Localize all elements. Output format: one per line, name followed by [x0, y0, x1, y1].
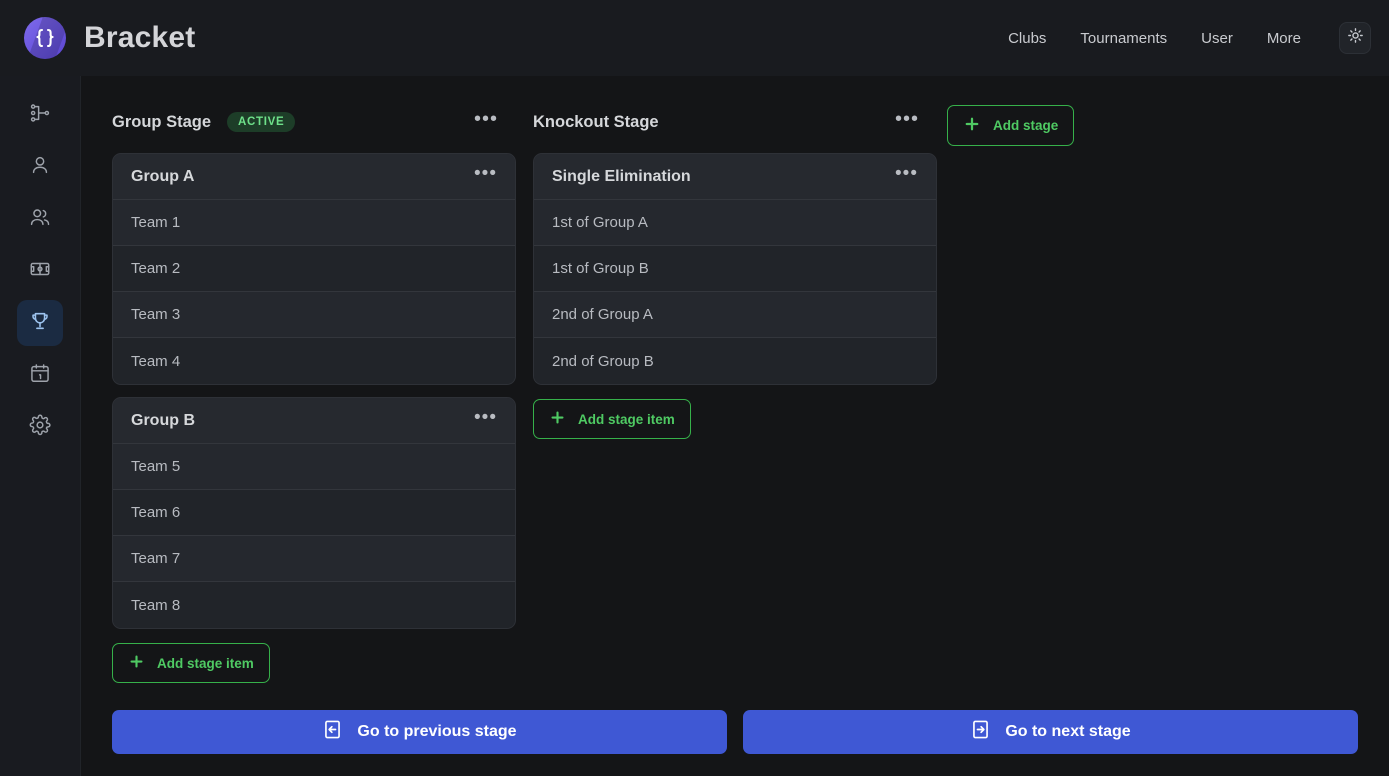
table-row[interactable]: Team 1 — [113, 200, 515, 246]
table-row[interactable]: Team 3 — [113, 292, 515, 338]
nav-item-clubs[interactable]: Clubs — [994, 21, 1060, 56]
card-header: Group B ••• — [113, 398, 515, 444]
table-row[interactable]: Team 5 — [113, 444, 515, 490]
knockout-stage-title: Knockout Stage — [533, 112, 659, 131]
sidebar-item-brackets[interactable] — [17, 92, 63, 138]
card-menu-ellipsis-icon[interactable]: ••• — [889, 164, 924, 189]
sidebar-item-teams[interactable] — [17, 196, 63, 242]
plus-icon — [549, 409, 566, 429]
group-stage-menu-ellipsis-icon[interactable]: ••• — [468, 109, 504, 134]
go-to-next-stage-label: Go to next stage — [1005, 723, 1131, 740]
main-content: Group Stage ACTIVE ••• Group A ••• Team … — [81, 76, 1389, 776]
card-menu-ellipsis-icon[interactable]: ••• — [468, 408, 503, 433]
sidebar — [0, 76, 81, 776]
app-header: Bracket Clubs Tournaments User More — [0, 0, 1389, 76]
field-icon — [29, 258, 51, 285]
go-to-previous-stage-button[interactable]: Go to previous stage — [112, 710, 727, 754]
card-menu-ellipsis-icon[interactable]: ••• — [468, 164, 503, 189]
card-title: Group A — [131, 167, 195, 185]
sidebar-item-user[interactable] — [17, 144, 63, 190]
table-row[interactable]: Team 6 — [113, 490, 515, 536]
table-row[interactable]: Team 4 — [113, 338, 515, 384]
arrow-left-box-icon — [322, 719, 343, 745]
sidebar-item-settings[interactable] — [17, 404, 63, 450]
nav-item-tournaments[interactable]: Tournaments — [1066, 21, 1181, 56]
stage-item-card-single-elimination: Single Elimination ••• 1st of Group A 1s… — [533, 153, 937, 385]
table-row[interactable]: 1st of Group A — [534, 200, 936, 246]
card-header: Group A ••• — [113, 154, 515, 200]
group-stage-header: Group Stage ACTIVE ••• — [112, 103, 516, 141]
nav-item-user[interactable]: User — [1187, 21, 1247, 56]
add-stage-column: Add stage — [947, 105, 1075, 146]
add-stage-item-label: Add stage item — [157, 655, 254, 671]
table-row[interactable]: 2nd of Group A — [534, 292, 936, 338]
status-badge: ACTIVE — [227, 112, 296, 132]
sidebar-item-schedule[interactable] — [17, 352, 63, 398]
table-row[interactable]: Team 8 — [113, 582, 515, 628]
group-stage-column: Group Stage ACTIVE ••• Group A ••• Team … — [112, 103, 516, 683]
user-icon — [29, 154, 51, 181]
stage-item-card-group-a: Group A ••• Team 1 Team 2 Team 3 Team 4 — [112, 153, 516, 385]
bracket-icon — [29, 102, 51, 129]
group-stage-title: Group Stage — [112, 112, 212, 131]
stage-item-card-group-b: Group B ••• Team 5 Team 6 Team 7 Team 8 — [112, 397, 516, 629]
knockout-stage-header: Knockout Stage ••• — [533, 103, 937, 141]
table-row[interactable]: 2nd of Group B — [534, 338, 936, 384]
curly-braces-logo-icon — [24, 17, 66, 59]
brand-name: Bracket — [84, 21, 196, 54]
stage-navigation: Go to previous stage Go to next stage — [112, 710, 1358, 754]
go-to-previous-stage-label: Go to previous stage — [357, 723, 517, 740]
gear-icon — [29, 414, 51, 441]
nav-item-more[interactable]: More — [1253, 21, 1315, 56]
add-stage-label: Add stage — [993, 118, 1059, 133]
sidebar-item-tournaments[interactable] — [17, 300, 63, 346]
theme-toggle-button[interactable] — [1339, 22, 1371, 54]
knockout-stage-column: Knockout Stage ••• Single Elimination ••… — [533, 103, 937, 439]
add-stage-button[interactable]: Add stage — [947, 105, 1075, 146]
card-title: Group B — [131, 411, 195, 429]
sidebar-item-courts[interactable] — [17, 248, 63, 294]
go-to-next-stage-button[interactable]: Go to next stage — [743, 710, 1358, 754]
card-header: Single Elimination ••• — [534, 154, 936, 200]
top-nav: Clubs Tournaments User More — [994, 21, 1371, 56]
brand[interactable]: Bracket — [24, 17, 195, 59]
card-title: Single Elimination — [552, 167, 691, 185]
knockout-stage-menu-ellipsis-icon[interactable]: ••• — [889, 109, 925, 134]
sun-icon — [1347, 27, 1364, 49]
add-stage-item-label: Add stage item — [578, 411, 675, 427]
table-row[interactable]: 1st of Group B — [534, 246, 936, 292]
trophy-icon — [29, 310, 51, 337]
add-stage-item-button-knockout-stage[interactable]: Add stage item — [533, 399, 691, 439]
table-row[interactable]: Team 2 — [113, 246, 515, 292]
arrow-right-box-icon — [970, 719, 991, 745]
table-row[interactable]: Team 7 — [113, 536, 515, 582]
add-stage-item-button-group-stage[interactable]: Add stage item — [112, 643, 270, 683]
plus-icon — [128, 653, 145, 673]
calendar-icon — [29, 362, 51, 389]
plus-icon — [963, 115, 981, 136]
users-icon — [29, 206, 51, 233]
